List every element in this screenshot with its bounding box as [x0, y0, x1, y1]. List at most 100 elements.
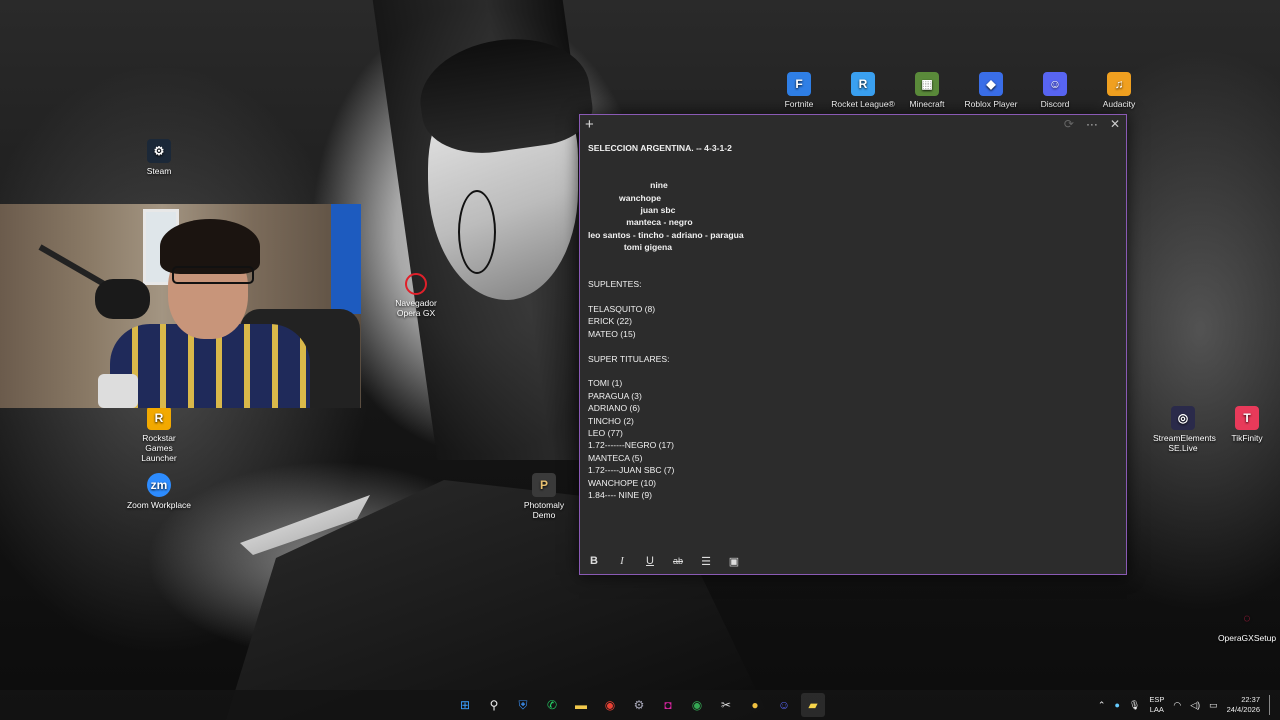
battery-icon[interactable]: ▭	[1209, 700, 1218, 711]
chrome-2-icon[interactable]: ◉	[685, 693, 709, 717]
more-options-icon[interactable]: ···	[1086, 117, 1098, 131]
note-line: SELECCION ARGENTINA. -- 4-3-1-2	[588, 143, 732, 153]
notification-icon[interactable]	[1269, 695, 1274, 715]
note-line: TELASQUITO (8)	[588, 304, 656, 315]
opera-gx-icon	[405, 273, 427, 295]
note-line	[588, 291, 1116, 303]
list-button[interactable]: ☰	[699, 555, 713, 568]
note-line	[588, 365, 1116, 377]
sticky-note-window[interactable]: + ⟳ ··· ✕ SELECCION ARGENTINA. -- 4-3-1-…	[579, 114, 1127, 575]
desktop-icon-streamelements[interactable]: ◎ StreamElements SE.Live	[1147, 406, 1219, 453]
webcam-microphone	[95, 279, 150, 319]
app-icon[interactable]: ●	[743, 693, 767, 717]
note-line: SUPLENTES:	[588, 279, 642, 290]
add-note-icon[interactable]: +	[585, 116, 594, 133]
defender-icon[interactable]: ⛨	[511, 693, 535, 717]
note-line: juan sbc	[588, 204, 676, 215]
desktop-icon-rocket-league[interactable]: R Rocket League®	[827, 72, 899, 109]
insert-image-button[interactable]: ▣	[727, 555, 741, 568]
chrome-icon[interactable]: ◉	[598, 693, 622, 717]
taskbar-apps: ⊞ ⚲ ⛨ ✆ ▬ ◉ ⚙ ◘ ◉ ✂ ● ☺ ▰	[453, 693, 825, 717]
strikethrough-button[interactable]: ab	[671, 556, 685, 566]
desktop-icon-photomaly[interactable]: P Photomaly Demo	[508, 473, 580, 520]
audacity-icon: ♫	[1107, 72, 1131, 96]
system-tray: ⌃ ● 🎙 ESP LAA ◠ ◁) ▭ 22:37 24/4/2026	[1098, 690, 1280, 720]
search-icon[interactable]: ⚲	[482, 693, 506, 717]
roblox-icon: ◆	[979, 72, 1003, 96]
discord-icon[interactable]: ☺	[772, 693, 796, 717]
note-line: 1.72-----JUAN SBC (7)	[588, 465, 675, 476]
rocket-league-icon: R	[851, 72, 875, 96]
note-line	[588, 154, 1116, 166]
start-icon[interactable]: ⊞	[453, 693, 477, 717]
desktop-icon-zoom[interactable]: zm Zoom Workplace	[123, 473, 195, 510]
note-line: PARAGUA (3)	[588, 390, 642, 401]
note-format-toolbar: B I U ab ☰ ▣	[580, 548, 1126, 574]
note-line: LEO (77)	[588, 427, 623, 438]
note-line: leo santos - tincho - adriano - paragua	[588, 229, 744, 240]
note-titlebar[interactable]: + ⟳ ··· ✕	[580, 115, 1126, 135]
webcam-cup	[98, 374, 138, 408]
desktop-icon-opera-gx[interactable]: Navegador Opera GX	[380, 273, 452, 318]
desktop-icon-tikfinity[interactable]: T TikFinity	[1211, 406, 1280, 443]
whatsapp-icon[interactable]: ✆	[540, 693, 564, 717]
steam-icon: ⚙	[147, 139, 171, 163]
microphone-icon[interactable]: 🎙	[1129, 700, 1140, 711]
note-line	[588, 254, 1116, 266]
zoom-icon: zm	[147, 473, 171, 497]
fortnite-icon: F	[787, 72, 811, 96]
minecraft-icon: ▦	[915, 72, 939, 96]
desktop-icon-rockstar[interactable]: R Rockstar Games Launcher	[123, 406, 195, 463]
bold-button[interactable]: B	[587, 555, 601, 567]
note-line: wanchope	[588, 192, 662, 203]
taskbar: ⊞ ⚲ ⛨ ✆ ▬ ◉ ⚙ ◘ ◉ ✂ ● ☺ ▰ ⌃ ● 🎙 ESP LAA …	[0, 690, 1280, 720]
note-line: 1.84---- NINE (9)	[588, 489, 652, 500]
underline-button[interactable]: U	[643, 555, 657, 567]
sync-icon[interactable]: ⟳	[1064, 117, 1074, 131]
webcam-blue-object	[331, 204, 361, 314]
wifi-icon[interactable]: ◠	[1173, 700, 1181, 711]
note-line: 1.72-------NEGRO (17)	[588, 440, 674, 451]
note-line: nine	[588, 180, 668, 191]
desktop-icon-minecraft[interactable]: ▦ Minecraft	[891, 72, 963, 109]
chevron-up-icon[interactable]: ⌃	[1098, 700, 1106, 711]
note-line: ERICK (22)	[588, 316, 632, 327]
note-line: MATEO (15)	[588, 328, 636, 339]
clock[interactable]: 22:37 24/4/2026	[1227, 695, 1260, 715]
snipping-icon[interactable]: ✂	[714, 693, 738, 717]
webcam-overlay	[0, 204, 361, 408]
settings-icon[interactable]: ⚙	[627, 693, 651, 717]
italic-button[interactable]: I	[615, 555, 629, 567]
photomaly-icon: P	[532, 473, 556, 497]
note-line	[588, 340, 1116, 352]
note-line: manteca - negro	[588, 217, 693, 228]
note-line	[588, 167, 1116, 179]
rockstar-icon: R	[147, 406, 171, 430]
note-line: WANCHOPE (10)	[588, 477, 656, 488]
streamelements-icon: ◎	[1171, 406, 1195, 430]
desktop-icon-discord[interactable]: ☺ Discord	[1019, 72, 1091, 109]
desktop-icon-steam[interactable]: ⚙ Steam	[123, 139, 195, 176]
webcam-glasses	[172, 266, 254, 284]
desktop-icon-fortnite[interactable]: F Fortnite	[763, 72, 835, 109]
note-line	[588, 266, 1116, 278]
language-indicator[interactable]: ESP LAA	[1149, 695, 1164, 715]
desktop-icon-roblox[interactable]: ◆ Roblox Player	[955, 72, 1027, 109]
instagram-icon[interactable]: ◘	[656, 693, 680, 717]
discord-icon: ☺	[1043, 72, 1067, 96]
note-text-area[interactable]: SELECCION ARGENTINA. -- 4-3-1-2 nine wan…	[588, 142, 1116, 544]
note-line: MANTECA (5)	[588, 452, 643, 463]
note-line: SUPER TITULARES:	[588, 353, 670, 364]
wallpaper-earring	[458, 190, 496, 274]
volume-icon[interactable]: ◁)	[1190, 700, 1200, 711]
sticky-notes-icon[interactable]: ▰	[801, 693, 825, 717]
tikfinity-icon: T	[1235, 406, 1259, 430]
note-line: ADRIANO (6)	[588, 403, 641, 414]
desktop-icon-audacity[interactable]: ♫ Audacity	[1083, 72, 1155, 109]
network-app-icon[interactable]: ●	[1114, 700, 1119, 710]
close-icon[interactable]: ✕	[1110, 117, 1120, 131]
desktop-icon-operagx-setup[interactable]: ◌ OperaGXSetup	[1211, 606, 1280, 643]
operagx-setup-icon: ◌	[1243, 611, 1251, 625]
file-explorer-icon[interactable]: ▬	[569, 693, 593, 717]
note-line: TINCHO (2)	[588, 415, 634, 426]
